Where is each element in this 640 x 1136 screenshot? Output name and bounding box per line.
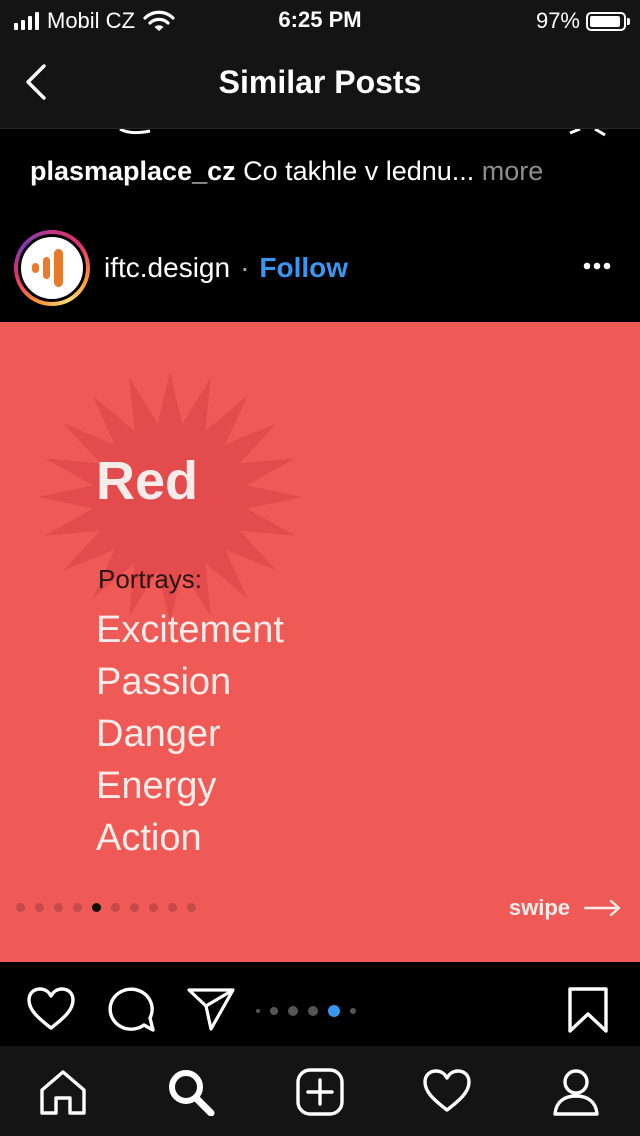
post-header-text: iftc.design · Follow: [104, 252, 348, 284]
image-page-dot: [187, 903, 196, 912]
ellipsis-icon[interactable]: [582, 256, 612, 276]
carousel-page-dot: [328, 1005, 340, 1017]
image-list: Excitement Passion Danger Energy Action: [96, 604, 284, 864]
status-right: 97%: [535, 8, 630, 34]
carousel-page-dot: [270, 1007, 278, 1015]
carousel-page-dot: [288, 1006, 298, 1016]
add-post-icon[interactable]: [295, 1068, 345, 1116]
carousel-page-dot: [308, 1006, 318, 1016]
image-list-item: Action: [96, 817, 202, 859]
comment-icon[interactable]: [106, 986, 156, 1034]
nav-bar: Similar Posts: [0, 40, 640, 129]
heart-icon[interactable]: [26, 986, 76, 1032]
swipe-label: swipe: [508, 895, 570, 920]
page-title: Similar Posts: [218, 64, 422, 100]
follow-button[interactable]: Follow: [259, 252, 348, 283]
post-header: iftc.design · Follow: [0, 230, 640, 310]
separator-dot: ·: [240, 252, 250, 283]
caption-more-link[interactable]: more: [482, 156, 544, 186]
home-icon[interactable]: [38, 1068, 88, 1116]
image-page-dot: [54, 903, 63, 912]
swipe-hint: swipe: [509, 895, 622, 921]
search-icon[interactable]: [166, 1068, 216, 1116]
status-bar: Mobil CZ 6:25 PM 97%: [0, 0, 640, 40]
carousel-page-dot: [350, 1008, 356, 1014]
image-list-item: Danger: [96, 713, 221, 755]
image-page-dots: [16, 903, 196, 912]
previous-post-actions-cutoff: [119, 129, 606, 137]
image-page-dot: [168, 903, 177, 912]
image-page-dot: [111, 903, 120, 912]
image-page-dot: [130, 903, 139, 912]
image-title: Red: [96, 451, 199, 511]
caption-text: Co takhle v lednu...: [243, 156, 475, 186]
image-subtitle: Portrays:: [98, 564, 203, 594]
image-page-dot: [149, 903, 158, 912]
image-list-item: Excitement: [96, 609, 284, 651]
battery-percent: 97%: [535, 8, 580, 33]
carousel-page-dots: [256, 1005, 356, 1017]
avatar[interactable]: [18, 234, 86, 302]
arrow-right-icon: [584, 899, 621, 917]
bookmark-icon[interactable]: [566, 986, 610, 1034]
image-page-dot: [16, 903, 25, 912]
post-image[interactable]: Red Portrays: Excitement Passion Danger …: [0, 322, 640, 962]
carousel-page-dot: [256, 1009, 260, 1013]
image-page-dot: [73, 903, 82, 912]
caption-username[interactable]: plasmaplace_cz: [30, 156, 236, 186]
previous-post-caption[interactable]: plasmaplace_cz Co takhle v lednu... more: [30, 156, 543, 187]
profile-icon[interactable]: [551, 1068, 601, 1116]
post-username[interactable]: iftc.design: [104, 252, 230, 283]
image-list-item: Energy: [96, 765, 217, 807]
battery-icon: [586, 11, 630, 31]
paper-plane-icon[interactable]: [186, 986, 236, 1032]
story-ring[interactable]: [14, 230, 90, 306]
image-page-dot: [35, 903, 44, 912]
iftc-logo-icon: [32, 249, 63, 287]
image-page-dot: [92, 903, 101, 912]
tab-bar: [0, 1046, 640, 1136]
image-list-item: Passion: [96, 661, 232, 703]
activity-heart-icon[interactable]: [422, 1068, 472, 1114]
